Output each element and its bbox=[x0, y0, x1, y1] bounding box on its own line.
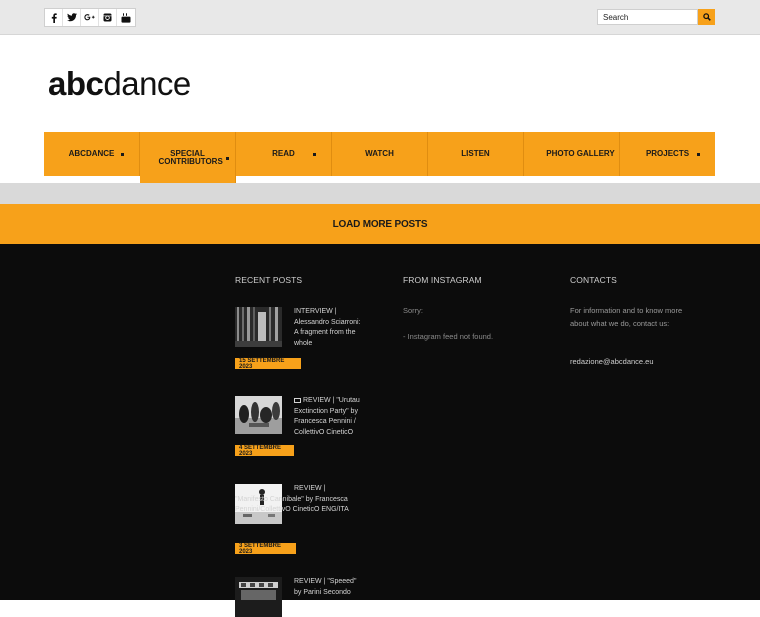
instagram-title: FROM INSTAGRAM bbox=[403, 275, 482, 285]
instagram-sorry-text: Sorry: bbox=[403, 306, 424, 315]
gallery-icon bbox=[294, 398, 301, 403]
nav-item-watch[interactable]: WATCH bbox=[332, 132, 428, 176]
contacts-title: CONTACTS bbox=[570, 275, 617, 285]
dropdown-indicator-icon bbox=[313, 153, 316, 156]
nav-item-special-contributors[interactable]: SPECIAL CONTRIBUTORS bbox=[140, 132, 236, 183]
logo-part-regular: dance bbox=[103, 65, 191, 102]
instagram-icon[interactable] bbox=[99, 9, 117, 26]
post-date-badge: 4 SETTEMBRE 2023 bbox=[235, 445, 294, 457]
post-thumbnail[interactable] bbox=[235, 307, 282, 347]
nav-label: LISTEN bbox=[461, 149, 490, 158]
nav-item-read[interactable]: READ bbox=[236, 132, 332, 176]
post-title-link[interactable]: INTERVIEW | Alessandro Sciarroni: A frag… bbox=[294, 307, 364, 349]
nav-label: SPECIAL CONTRIBUTORS bbox=[158, 148, 223, 166]
post-thumbnail[interactable] bbox=[235, 396, 282, 436]
main-nav: ABCDANCE SPECIAL CONTRIBUTORS READ WATCH… bbox=[44, 132, 715, 183]
post-title-text: REVIEW | "Urutau Exctinction Party" by F… bbox=[294, 397, 360, 436]
search-button[interactable] bbox=[698, 9, 715, 25]
post-title-link[interactable]: REVIEW | "Urutau Exctinction Party" by F… bbox=[294, 396, 364, 438]
nav-label: WATCH bbox=[365, 149, 394, 158]
dropdown-indicator-icon bbox=[697, 153, 700, 156]
post-title-link[interactable]: REVIEW | "Speeed" by Parini Secondo bbox=[294, 577, 364, 598]
contacts-intro-text: For information and to know more about w… bbox=[570, 306, 683, 328]
nav-item-abcdance[interactable]: ABCDANCE bbox=[44, 132, 140, 176]
search-box bbox=[597, 9, 715, 25]
youtube-icon[interactable] bbox=[117, 9, 135, 26]
logo-part-bold: abc bbox=[48, 65, 104, 102]
social-links bbox=[44, 8, 136, 27]
search-input[interactable] bbox=[597, 9, 698, 25]
load-more-button[interactable]: LOAD MORE POSTS bbox=[0, 204, 760, 244]
dropdown-indicator-icon bbox=[226, 157, 229, 160]
facebook-icon[interactable] bbox=[45, 9, 63, 26]
instagram-error-text: - Instagram feed not found. bbox=[403, 332, 494, 341]
nav-item-listen[interactable]: LISTEN bbox=[428, 132, 524, 176]
google-plus-icon[interactable] bbox=[81, 9, 99, 26]
twitter-icon[interactable] bbox=[63, 9, 81, 26]
dropdown-indicator-icon bbox=[121, 153, 124, 156]
nav-label: ABCDANCE bbox=[68, 149, 115, 158]
content-divider bbox=[0, 183, 760, 204]
post-date-badge: 3 SETTEMBRE 2023 bbox=[235, 543, 296, 555]
site-logo[interactable]: abcdance bbox=[48, 64, 191, 104]
recent-posts-title: RECENT POSTS bbox=[235, 275, 303, 285]
footer: RECENT POSTS FROM INSTAGRAM CONTACTS INT… bbox=[0, 244, 760, 617]
contact-email-link[interactable]: redazione@abcdance.eu bbox=[570, 357, 654, 366]
load-more-label: LOAD MORE POSTS bbox=[332, 218, 428, 230]
nav-item-projects[interactable]: PROJECTS bbox=[620, 132, 715, 176]
nav-item-photo-gallery[interactable]: PHOTO GALLERY bbox=[524, 132, 620, 176]
nav-label: PHOTO GALLERY bbox=[546, 149, 615, 158]
search-icon bbox=[702, 13, 711, 21]
post-date-badge: 15 SETTEMBRE 2023 bbox=[235, 358, 301, 370]
top-bar bbox=[0, 0, 760, 35]
nav-label: PROJECTS bbox=[645, 149, 690, 158]
post-thumbnail[interactable] bbox=[235, 577, 282, 617]
post-title-link[interactable]: REVIEW | "Manifesto Cannibale" by France… bbox=[235, 484, 360, 516]
nav-label: READ bbox=[272, 149, 295, 158]
